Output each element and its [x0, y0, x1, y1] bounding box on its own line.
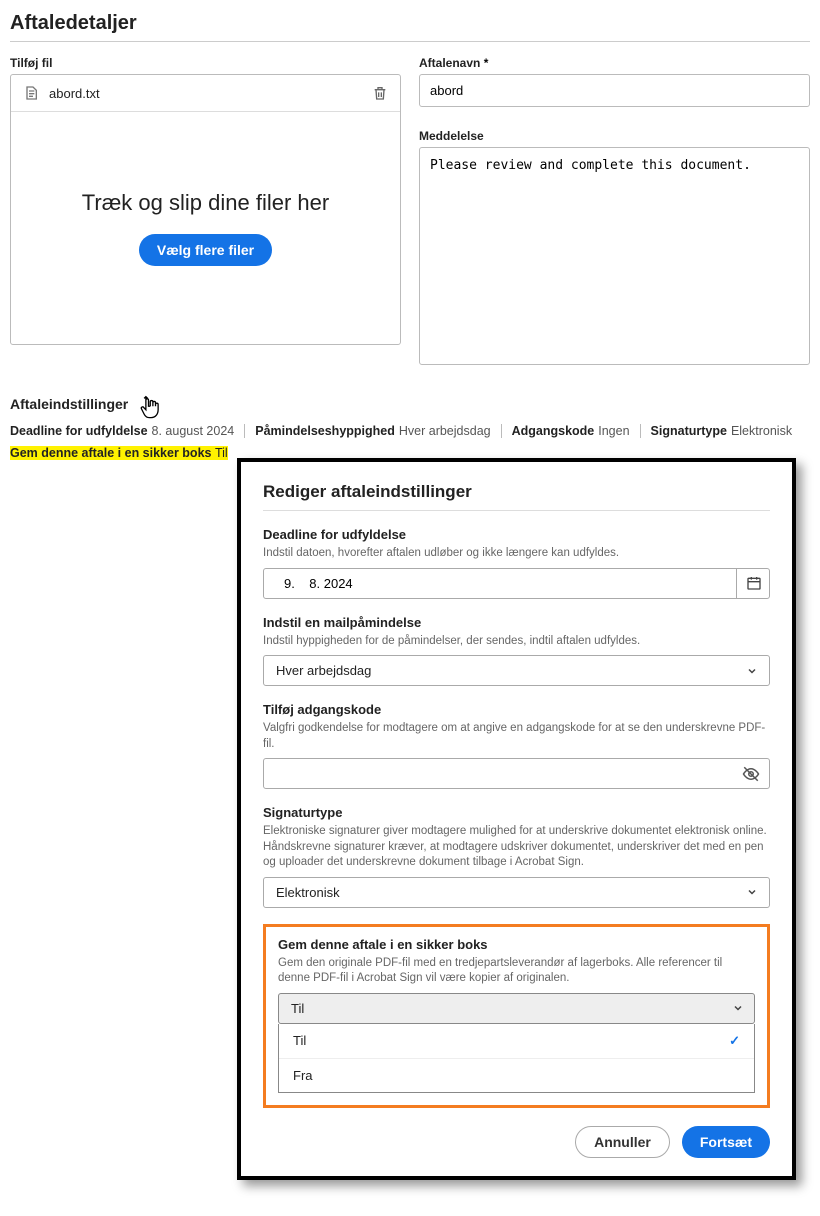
modal-vault-menu: Til ✓ Fra — [278, 1024, 755, 1093]
modal-password-title: Tilføj adgangskode — [263, 702, 770, 717]
document-icon — [23, 85, 39, 101]
reminder-value: Hver arbejdsdag — [399, 424, 491, 438]
choose-more-files-button[interactable]: Vælg flere filer — [139, 234, 272, 266]
modal-vault-selected: Til — [291, 1001, 304, 1016]
modal-vault-desc: Gem den originale PDF-fil med en tredjep… — [278, 956, 755, 987]
message-textarea[interactable] — [419, 147, 810, 365]
vault-option-on-label: Til — [293, 1033, 306, 1048]
agreement-settings-header[interactable]: Aftaleindstillinger — [10, 396, 128, 412]
file-name: abord.txt — [49, 86, 372, 101]
modal-sig-select[interactable]: Elektronisk — [263, 877, 770, 908]
dropzone[interactable]: Træk og slip dine filer her Vælg flere f… — [11, 112, 400, 344]
modal-sig-title: Signaturtype — [263, 805, 770, 820]
vault-summary-label: Gem denne aftale i en sikker boks — [10, 446, 211, 460]
chevron-down-icon — [732, 1002, 744, 1014]
edit-settings-modal: Rediger aftaleindstillinger Deadline for… — [237, 458, 796, 1180]
vault-summary-value: Til — [215, 446, 228, 460]
password-label: Adgangskode — [512, 424, 595, 438]
modal-password-desc: Valgfri godkendelse for modtagere om at … — [263, 721, 770, 752]
chevron-down-icon — [746, 665, 758, 677]
agreement-name-input[interactable] — [419, 74, 810, 107]
add-file-label: Tilføj fil — [10, 56, 401, 70]
modal-title: Rediger aftaleindstillinger — [263, 482, 770, 502]
continue-button[interactable]: Fortsæt — [682, 1126, 770, 1158]
trash-icon[interactable] — [372, 85, 388, 101]
reminder-label: Påmindelseshyppighed — [255, 424, 395, 438]
password-value: Ingen — [598, 424, 629, 438]
cancel-button[interactable]: Annuller — [575, 1126, 670, 1158]
cursor-hand-icon — [138, 394, 166, 422]
modal-divider — [263, 510, 770, 511]
check-icon: ✓ — [729, 1033, 740, 1049]
settings-summary: Deadline for udfyldelse 8. august 2024 På… — [10, 424, 810, 438]
vault-summary-highlight: Gem denne aftale i en sikker boks Til — [10, 446, 228, 460]
message-label: Meddelelse — [419, 129, 810, 143]
calendar-icon — [746, 575, 762, 591]
agreement-name-label: Aftalenavn — [419, 56, 810, 70]
deadline-label: Deadline for udfyldelse — [10, 424, 148, 438]
modal-vault-select[interactable]: Til — [278, 993, 755, 1024]
modal-password-input[interactable] — [263, 758, 770, 789]
file-row: abord.txt — [11, 75, 400, 112]
signature-value: Elektronisk — [731, 424, 792, 438]
divider — [10, 41, 810, 42]
chevron-down-icon — [746, 886, 758, 898]
modal-reminder-desc: Indstil hyppigheden for de påmindelser, … — [263, 634, 770, 650]
modal-vault-title: Gem denne aftale i en sikker boks — [278, 937, 755, 952]
vault-option-on[interactable]: Til ✓ — [279, 1024, 754, 1058]
vault-option-off-label: Fra — [293, 1068, 313, 1083]
dropzone-text: Træk og slip dine filer her — [82, 190, 329, 216]
modal-sig-desc: Elektroniske signaturer giver modtagere … — [263, 824, 770, 871]
modal-deadline-input[interactable] — [263, 568, 770, 599]
vault-option-off[interactable]: Fra — [279, 1058, 754, 1092]
modal-reminder-select[interactable]: Hver arbejdsdag — [263, 655, 770, 686]
page-title: Aftaledetaljer — [10, 12, 810, 35]
modal-deadline-desc: Indstil datoen, hvorefter aftalen udløbe… — [263, 546, 770, 562]
calendar-button[interactable] — [736, 568, 770, 599]
deadline-value: 8. august 2024 — [152, 424, 235, 438]
vault-section-highlight: Gem denne aftale i en sikker boks Gem de… — [263, 924, 770, 1108]
eye-off-icon[interactable] — [742, 765, 760, 783]
file-upload-box: abord.txt Træk og slip dine filer her Væ… — [10, 74, 401, 345]
signature-label: Signaturtype — [651, 424, 727, 438]
modal-reminder-title: Indstil en mailpåmindelse — [263, 615, 770, 630]
modal-deadline-title: Deadline for udfyldelse — [263, 527, 770, 542]
